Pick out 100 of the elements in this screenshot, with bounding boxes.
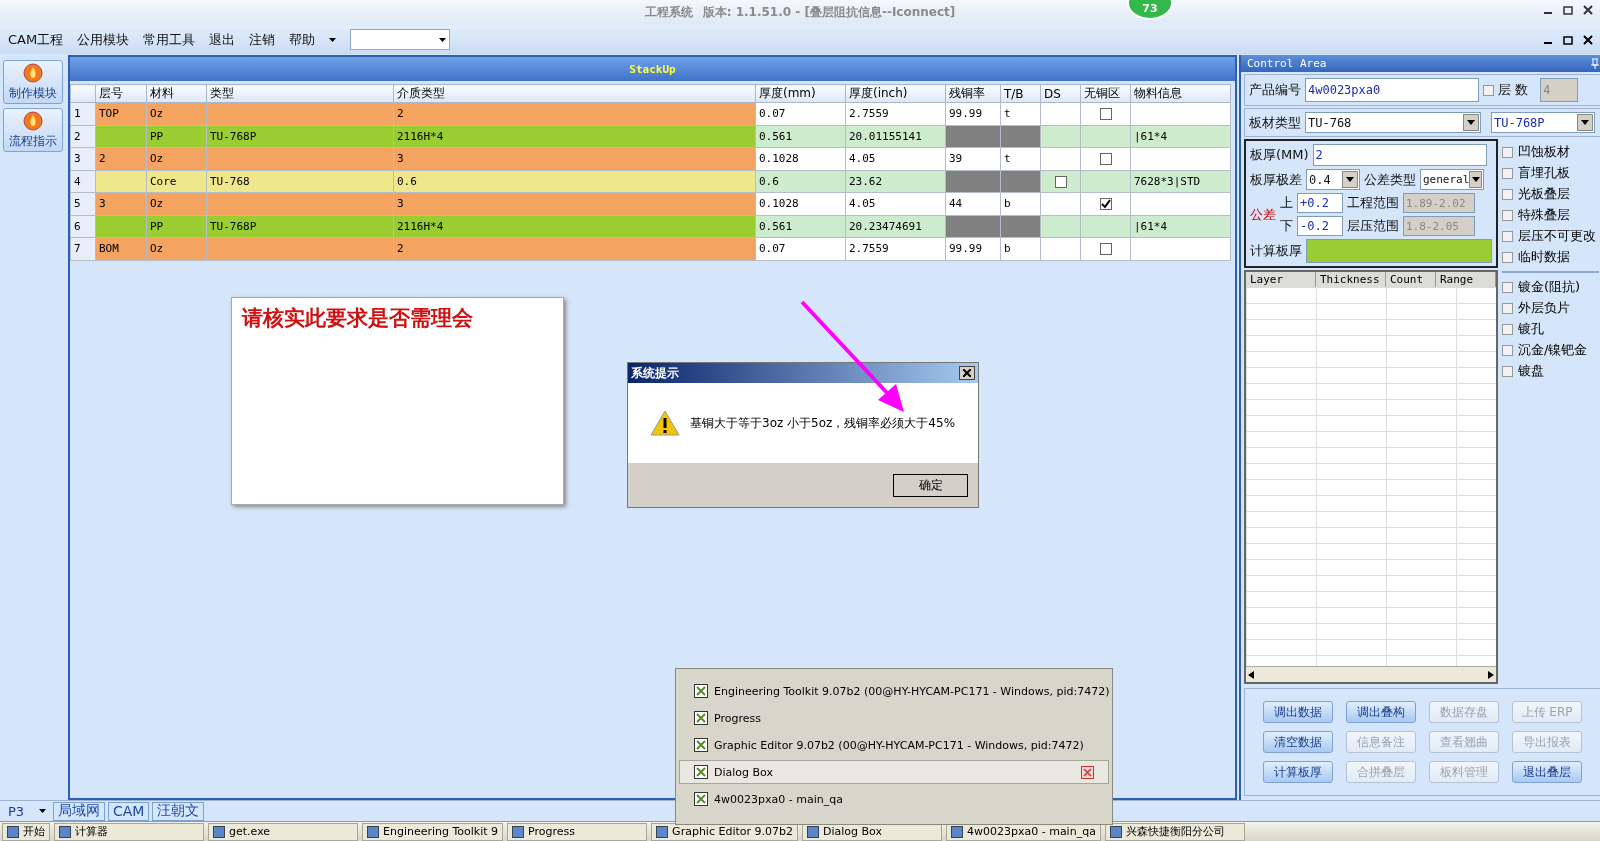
column-header[interactable]: 残铜率 [945,84,1001,103]
field-label: 板厚(MM) [1250,146,1309,164]
dropdown-button[interactable] [1469,171,1482,188]
action-button[interactable]: 计算板厚 [1263,761,1333,783]
close-button[interactable] [959,366,975,380]
column-header[interactable]: 无铜区 [1080,84,1131,103]
material-select[interactable]: TU-768 [1305,112,1481,133]
dropdown-button[interactable] [1463,114,1479,131]
close-icon[interactable] [1582,34,1594,46]
checkbox[interactable] [1099,243,1112,256]
field-label: 公差 [1250,205,1276,224]
caret-icon [1471,177,1480,182]
column-header[interactable]: T/B [1000,84,1041,103]
checkbox[interactable] [1054,175,1067,188]
panel-title: Control Area [1247,57,1327,70]
window-icon [694,738,708,752]
restore-icon[interactable] [1562,34,1574,46]
close-icon[interactable] [1582,4,1594,16]
menu-item[interactable]: CAM工程 [8,30,64,49]
menu-item[interactable]: 帮助 [289,30,316,49]
option-checkbox[interactable]: 外层负片 [1502,299,1599,317]
menu-item[interactable]: 公用模块 [77,30,130,49]
product-field[interactable]: 4w0023pxa0 [1305,78,1479,102]
column-header[interactable]: Layer [1246,272,1316,287]
caret-icon [1346,177,1354,182]
ok-button[interactable]: 确定 [893,473,968,497]
material-select[interactable]: TU-768P [1491,112,1595,133]
field-label: 产品编号 [1249,81,1301,99]
option-checkbox[interactable]: 层压不可更改 [1502,227,1599,245]
upper-tolerance-field[interactable]: +0.2 [1297,193,1343,213]
table-cell: 2116H*4 [393,125,756,148]
column-header[interactable]: 层号 [95,84,147,103]
column-header[interactable]: Count [1386,272,1436,287]
window-list-item[interactable]: Graphic Editor 9.07b2 (00@HY-HYCAM-PC171 - Windows, pid:7472) [679,733,1109,757]
tab[interactable]: 汪朝文 [152,801,205,821]
window-list-item[interactable]: 4w0023pxa0 - main_qa [679,787,1109,811]
pin-icon[interactable] [1591,58,1599,69]
checkbox[interactable] [1483,84,1494,96]
checkbox[interactable] [1099,198,1112,211]
option-checkbox[interactable]: 沉金/镍钯金 [1502,341,1599,359]
row-number: 6 [70,215,96,238]
action-button[interactable]: 退出叠层 [1512,761,1582,783]
taskbar-item[interactable]: Progress [507,822,648,841]
field-label: 下 [1280,217,1293,235]
window-list-item[interactable]: Engineering Toolkit 9.07b2 (00@HY-HYCAM-PC171 - Windows, pid:7472) [679,679,1109,703]
table-cell: 2 [393,102,756,125]
menu-item[interactable]: 注销 [249,30,276,49]
option-checkbox[interactable]: 光板叠层 [1502,185,1599,203]
checkbox[interactable] [1099,153,1112,166]
checkbox[interactable] [1099,108,1112,121]
window-list-item[interactable]: Dialog Box [679,760,1109,784]
tolerance-select[interactable]: general [1420,169,1484,190]
row-number: 5 [70,192,96,215]
start-button[interactable]: 开始 [2,822,50,841]
option-checkbox[interactable]: 临时数据 [1502,248,1599,266]
thickness-field[interactable]: 2 [1312,144,1487,166]
column-header[interactable]: 类型 [206,84,394,103]
column-header[interactable]: 厚度(mm) [755,84,846,103]
tab[interactable]: 局域网 [53,801,105,821]
field-label: 层 数 [1498,81,1529,99]
taskbar-item[interactable]: Engineering Toolkit 9 [362,822,504,841]
restore-icon[interactable] [1562,4,1574,16]
dialog-title: 系统提示 [631,364,679,382]
taskbar-item[interactable]: 兴森快捷衡阳分公司 [1104,822,1245,841]
row-number: 1 [70,102,96,125]
tab[interactable]: CAM [108,801,150,821]
field-label: 上 [1280,194,1293,212]
action-button[interactable]: 调出数据 [1263,701,1333,723]
column-header[interactable]: 厚度(inch) [845,84,946,103]
option-checkbox[interactable]: 镀盘 [1502,362,1599,380]
option-checkbox[interactable]: 凹蚀板材 [1502,143,1599,161]
taskbar-item[interactable]: get.exe [208,822,358,841]
column-header[interactable]: DS [1040,84,1081,103]
window-icon [694,792,708,806]
option-checkbox[interactable]: 镀孔 [1502,320,1599,338]
dropdown-button[interactable] [1342,171,1358,188]
column-header[interactable]: Range [1436,272,1496,287]
lower-tolerance-field[interactable]: -0.2 [1297,216,1343,236]
column-header[interactable]: Thickness [1316,272,1386,287]
column-header[interactable]: 材料 [146,84,207,103]
option-checkbox[interactable]: 特殊叠层 [1502,206,1599,224]
option-checkbox[interactable]: 镀金(阻抗) [1502,278,1599,296]
range-select[interactable]: 0.4 [1306,169,1360,190]
menu-item[interactable]: 常用工具 [143,30,196,49]
window-list-item[interactable]: Progress [679,706,1109,730]
caret-icon [39,809,46,813]
action-button[interactable]: 清空数据 [1263,731,1333,753]
module-button[interactable]: 流程指示 [3,108,63,152]
menu-item[interactable]: 退出 [209,30,236,49]
dropdown-button[interactable] [1577,114,1593,131]
scroll-bar[interactable] [1246,666,1496,682]
page-select[interactable]: P3 [4,801,50,821]
taskbar-item[interactable]: 计算器 [54,822,204,841]
column-header[interactable]: 介质类型 [393,84,756,103]
table-cell: 2116H*4 [393,215,756,238]
caret-icon [329,37,337,42]
module-button[interactable]: 制作模块 [3,60,63,104]
option-checkbox[interactable]: 盲埋孔板 [1502,164,1599,182]
action-button[interactable]: 调出叠构 [1346,701,1416,723]
column-header[interactable]: 物料信息 [1130,84,1231,103]
